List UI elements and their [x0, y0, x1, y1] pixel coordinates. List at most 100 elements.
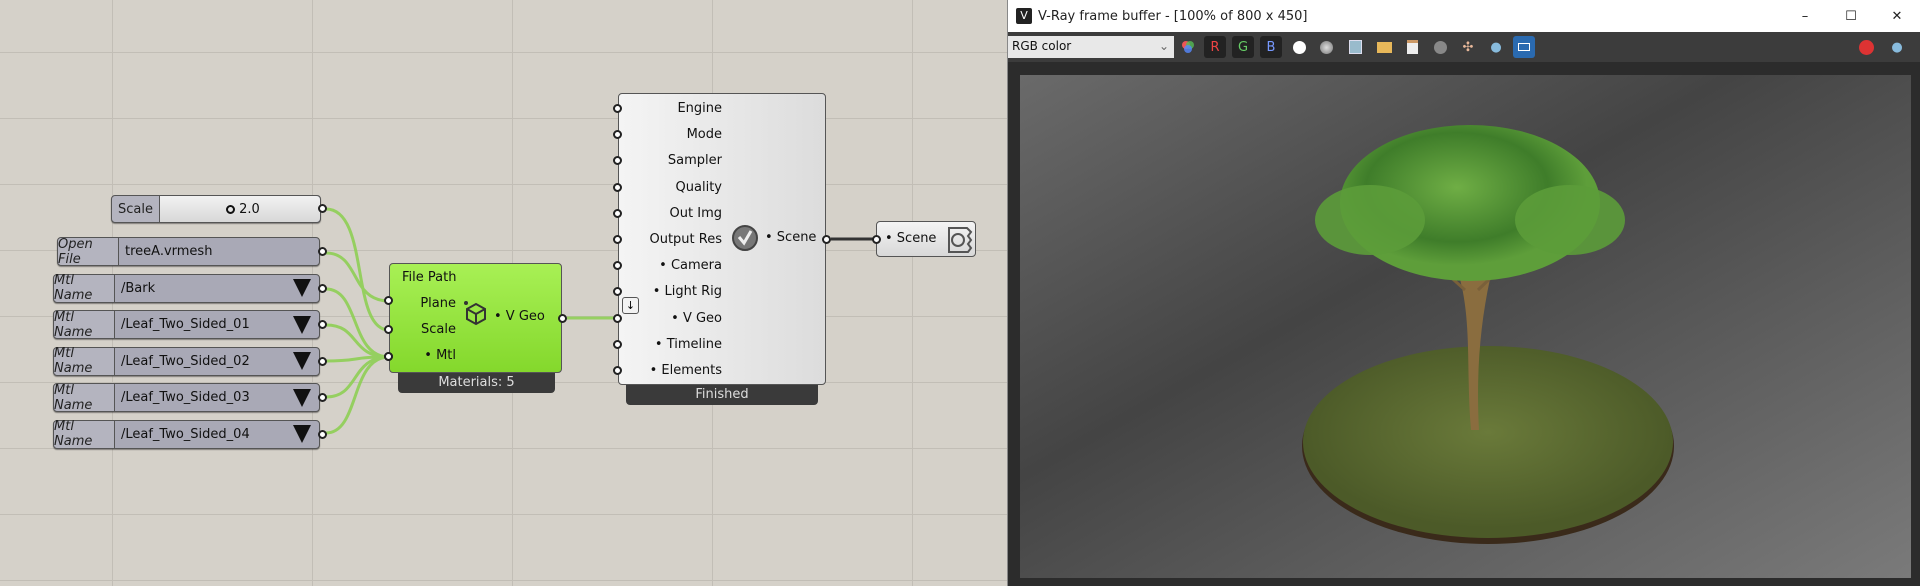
scene-param[interactable]: • Scene	[876, 221, 976, 257]
input-vgeo[interactable]: • V Geo	[619, 311, 722, 326]
title-bar: V V-Ray frame buffer - [100% of 800 x 45…	[1008, 0, 1920, 32]
wire-scale	[325, 207, 390, 332]
slider-label: Scale	[112, 196, 160, 222]
dropdown-triangle-icon[interactable]	[293, 425, 311, 443]
output-port[interactable]	[318, 247, 327, 256]
vray-logo-icon	[732, 225, 758, 251]
input-port[interactable]	[384, 296, 393, 305]
input-port[interactable]	[613, 339, 622, 349]
vray-frame-buffer-window: V V-Ray frame buffer - [100% of 800 x 45…	[1007, 0, 1920, 586]
input-outputres[interactable]: Output Res	[619, 232, 722, 247]
grasshopper-canvas[interactable]: Scale 2.0 Open File treeA.vrmesh Mtl Nam…	[0, 0, 1007, 586]
scale-slider[interactable]: Scale 2.0	[111, 195, 321, 223]
open-file-param[interactable]: Open File treeA.vrmesh	[57, 237, 320, 267]
region-icon[interactable]: ✣	[1457, 36, 1479, 58]
minimize-button[interactable]: –	[1782, 9, 1828, 24]
mtl-name-param[interactable]: Mtl Name /Bark	[53, 273, 320, 303]
input-port[interactable]	[613, 235, 622, 244]
render-teapot-icon[interactable]: ●	[1485, 36, 1507, 58]
clipboard-icon[interactable]	[1401, 36, 1423, 58]
input-port[interactable]	[872, 235, 881, 244]
param-value[interactable]: /Leaf_Two_Sided_04	[115, 421, 319, 448]
input-sampler[interactable]: Sampler	[619, 153, 722, 168]
dropdown-triangle-icon[interactable]	[293, 315, 311, 334]
input-quality[interactable]: Quality	[619, 180, 722, 195]
param-value[interactable]: /Bark	[115, 275, 319, 302]
output-port[interactable]	[318, 320, 327, 329]
clear-icon[interactable]	[1429, 36, 1451, 58]
input-mtl[interactable]: • Mtl	[390, 348, 456, 363]
output-port[interactable]	[558, 314, 567, 323]
lens-effects-icon[interactable]	[1513, 36, 1535, 58]
param-value-text: /Leaf_Two_Sided_04	[121, 426, 250, 442]
mtl-name-param[interactable]: Mtl Name /Leaf_Two_Sided_04	[53, 419, 320, 449]
grass-disc	[1303, 346, 1673, 538]
output-port[interactable]	[318, 283, 327, 293]
mtl-name-param[interactable]: Mtl Name /Leaf_Two_Sided_02	[53, 346, 320, 376]
mtl-name-param[interactable]: Mtl Name /Leaf_Two_Sided_03	[53, 383, 320, 413]
input-port[interactable]	[613, 208, 622, 218]
param-label: Open File	[58, 237, 119, 267]
input-port[interactable]	[613, 104, 622, 113]
param-value-text: /Leaf_Two_Sided_03	[121, 390, 250, 405]
green-channel-button[interactable]: G	[1232, 36, 1254, 58]
color-correction-icon[interactable]	[1177, 36, 1199, 58]
param-value[interactable]: /Leaf_Two_Sided_03	[115, 384, 319, 411]
input-port[interactable]	[613, 313, 622, 323]
input-port[interactable]	[613, 366, 622, 375]
output-port[interactable]	[318, 393, 327, 402]
param-value-text: /Leaf_Two_Sided_02	[121, 353, 250, 369]
blue-channel-button[interactable]: B	[1260, 36, 1282, 58]
dropdown-triangle-icon[interactable]	[293, 279, 311, 297]
input-scale[interactable]: Scale	[390, 322, 456, 337]
input-port[interactable]	[384, 352, 393, 361]
scene-file-icon	[948, 227, 973, 253]
scene-label: • Scene	[885, 231, 937, 246]
open-folder-icon[interactable]	[1373, 36, 1395, 58]
input-port[interactable]	[384, 325, 393, 334]
stop-render-icon[interactable]	[1855, 36, 1877, 58]
input-plane[interactable]: Plane	[390, 296, 456, 311]
mesh-cube-icon	[464, 301, 486, 326]
param-label: Mtl Name	[54, 273, 115, 303]
white-circle-icon[interactable]	[1288, 36, 1310, 58]
input-camera[interactable]: • Camera	[619, 258, 722, 273]
output-v-geo[interactable]: • V Geo	[494, 309, 545, 324]
slider-knob[interactable]	[226, 204, 236, 214]
output-port[interactable]	[318, 429, 327, 439]
render-status: Finished	[626, 385, 818, 405]
vray-mesh-component[interactable]: File Path Plane Scale • Mtl • V Geo	[389, 263, 562, 373]
teapot-icon[interactable]: ●	[1886, 36, 1908, 58]
param-label: Mtl Name	[54, 346, 115, 376]
input-outimg[interactable]: Out Img	[619, 206, 722, 221]
output-port[interactable]	[822, 235, 831, 244]
maximize-button[interactable]: ☐	[1828, 9, 1874, 24]
dropdown-triangle-icon[interactable]	[293, 388, 311, 407]
input-engine[interactable]: Engine	[619, 101, 722, 116]
close-button[interactable]: ✕	[1874, 9, 1920, 24]
input-port[interactable]	[613, 182, 622, 192]
red-channel-button[interactable]: R	[1204, 36, 1226, 58]
save-icon[interactable]	[1344, 36, 1366, 58]
input-lightrig[interactable]: • Light Rig	[619, 284, 722, 299]
param-value[interactable]: /Leaf_Two_Sided_01	[115, 311, 319, 338]
output-port[interactable]	[318, 356, 327, 366]
gray-circle-icon[interactable]	[1315, 36, 1337, 58]
output-port[interactable]	[318, 204, 327, 213]
output-scene[interactable]: • Scene	[765, 230, 816, 245]
dropdown-triangle-icon[interactable]	[293, 352, 311, 370]
input-mode[interactable]: Mode	[619, 127, 722, 142]
vray-render-component[interactable]: • Scene ↓ Engine Mode Sampler Quality Out Im…	[618, 93, 826, 385]
input-timeline[interactable]: • Timeline	[619, 337, 722, 352]
input-file-path[interactable]: File Path	[402, 270, 456, 285]
param-value[interactable]: /Leaf_Two_Sided_02	[115, 348, 319, 375]
param-label: Mtl Name	[54, 419, 115, 449]
mtl-name-param[interactable]: Mtl Name /Leaf_Two_Sided_01	[53, 310, 320, 340]
param-value[interactable]: treeA.vrmesh	[119, 238, 319, 265]
vray-app-icon: V	[1016, 8, 1032, 24]
slider-track[interactable]: 2.0	[160, 196, 320, 222]
param-label: Mtl Name	[54, 310, 115, 340]
input-elements[interactable]: • Elements	[619, 363, 722, 378]
channel-select[interactable]: RGB color ⌄	[1008, 36, 1174, 58]
param-value-text: /Leaf_Two_Sided_01	[121, 317, 250, 332]
